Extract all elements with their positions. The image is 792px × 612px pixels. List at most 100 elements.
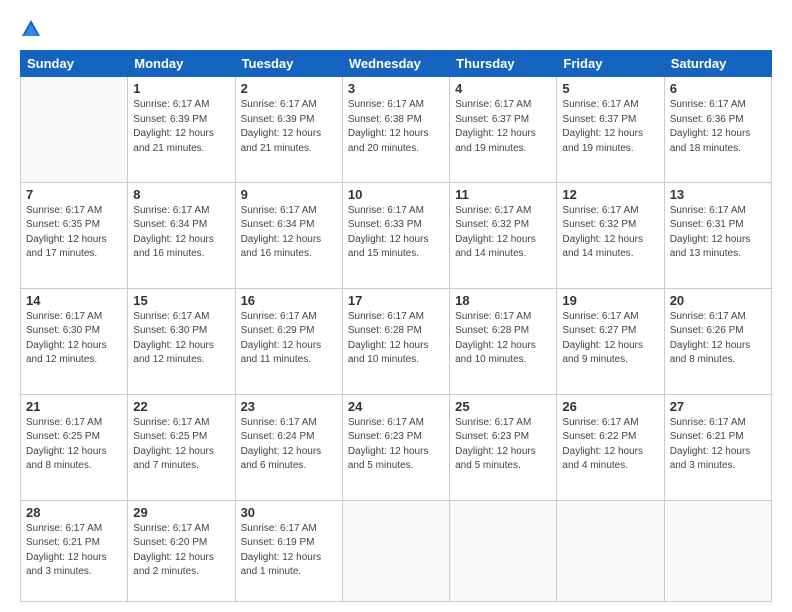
weekday-header-cell: Saturday <box>664 51 771 77</box>
week-row: 28 Sunrise: 6:17 AM Sunset: 6:21 PM Dayli… <box>21 500 772 601</box>
day-info: Sunrise: 6:17 AM Sunset: 6:32 PM Dayligh… <box>562 204 658 262</box>
calendar-cell: 24Sunrise: 6:17 AM Sunset: 6:23 PM Dayli… <box>342 394 449 500</box>
calendar-cell: 27 Sunrise: 6:17 AM Sunset: 6:21 PM Dayli… <box>664 394 771 500</box>
day-info: Sunrise: 6:17 AM Sunset: 6:39 PM Dayligh… <box>133 98 229 156</box>
calendar-cell: 18 Sunrise: 6:17 AM Sunset: 6:28 PM Dayli… <box>450 288 557 394</box>
calendar-cell: 17 Sunrise: 6:17 AM Sunset: 6:28 PM Dayli… <box>342 288 449 394</box>
weekday-header-cell: Sunday <box>21 51 128 77</box>
day-info: Sunrise: 6:17 AM Sunset: 6:26 PM Dayligh… <box>670 310 766 368</box>
day-number: 19 <box>562 293 658 308</box>
calendar-cell <box>664 500 771 601</box>
calendar-cell: 12 Sunrise: 6:17 AM Sunset: 6:32 PM Dayli… <box>557 182 664 288</box>
calendar-cell: 19 Sunrise: 6:17 AM Sunset: 6:27 PM Dayli… <box>557 288 664 394</box>
day-info: Sunrise: 6:17 AM Sunset: 6:39 PM Dayligh… <box>241 98 337 156</box>
calendar-cell: 23 Sunrise: 6:17 AM Sunset: 6:24 PM Dayli… <box>235 394 342 500</box>
day-number: 17 <box>348 293 444 308</box>
day-info: Sunrise: 6:17 AM Sunset: 6:24 PM Dayligh… <box>241 416 337 474</box>
day-info: Sunrise: 6:17 AM Sunset: 6:30 PM Dayligh… <box>133 310 229 368</box>
calendar-cell: 6Sunrise: 6:17 AM Sunset: 6:36 PM Daylig… <box>664 77 771 183</box>
day-info: Sunrise: 6:17 AM Sunset: 6:20 PM Dayligh… <box>133 522 229 580</box>
day-number: 6 <box>670 81 766 96</box>
day-number: 4 <box>455 81 551 96</box>
day-number: 14 <box>26 293 122 308</box>
calendar-cell: 10 Sunrise: 6:17 AM Sunset: 6:33 PM Dayli… <box>342 182 449 288</box>
day-info: Sunrise: 6:17 AM Sunset: 6:21 PM Dayligh… <box>670 416 766 474</box>
calendar-cell <box>21 77 128 183</box>
day-info: Sunrise: 6:17 AM Sunset: 6:35 PM Dayligh… <box>26 204 122 262</box>
logo-icon <box>20 18 42 40</box>
calendar-cell: 25 Sunrise: 6:17 AM Sunset: 6:23 PM Dayli… <box>450 394 557 500</box>
weekday-header-cell: Thursday <box>450 51 557 77</box>
day-number: 28 <box>26 505 122 520</box>
day-number: 27 <box>670 399 766 414</box>
calendar-cell: 13 Sunrise: 6:17 AM Sunset: 6:31 PM Dayli… <box>664 182 771 288</box>
day-info: Sunrise: 6:17 AM Sunset: 6:19 PM Dayligh… <box>241 522 337 580</box>
day-info: Sunrise: 6:17 AM Sunset: 6:25 PM Dayligh… <box>26 416 122 474</box>
calendar-cell: 29 Sunrise: 6:17 AM Sunset: 6:20 PM Dayli… <box>128 500 235 601</box>
day-info: Sunrise: 6:17 AM Sunset: 6:21 PM Dayligh… <box>26 522 122 580</box>
calendar-cell: 28 Sunrise: 6:17 AM Sunset: 6:21 PM Dayli… <box>21 500 128 601</box>
header <box>20 18 772 40</box>
calendar-cell: 1 Sunrise: 6:17 AM Sunset: 6:39 PM Daylig… <box>128 77 235 183</box>
week-row: 7 Sunrise: 6:17 AM Sunset: 6:35 PM Daylig… <box>21 182 772 288</box>
day-number: 25 <box>455 399 551 414</box>
weekday-header-cell: Tuesday <box>235 51 342 77</box>
day-number: 5 <box>562 81 658 96</box>
day-number: 1 <box>133 81 229 96</box>
day-number: 22 <box>133 399 229 414</box>
calendar-cell: 3Sunrise: 6:17 AM Sunset: 6:38 PM Daylig… <box>342 77 449 183</box>
week-row: 14 Sunrise: 6:17 AM Sunset: 6:30 PM Dayli… <box>21 288 772 394</box>
day-info: Sunrise: 6:17 AM Sunset: 6:37 PM Dayligh… <box>455 98 551 156</box>
day-info: Sunrise: 6:17 AM Sunset: 6:34 PM Dayligh… <box>241 204 337 262</box>
day-number: 29 <box>133 505 229 520</box>
day-number: 20 <box>670 293 766 308</box>
day-number: 9 <box>241 187 337 202</box>
calendar-cell: 22 Sunrise: 6:17 AM Sunset: 6:25 PM Dayli… <box>128 394 235 500</box>
weekday-header-row: SundayMondayTuesdayWednesdayThursdayFrid… <box>21 51 772 77</box>
calendar-table: SundayMondayTuesdayWednesdayThursdayFrid… <box>20 50 772 602</box>
day-info: Sunrise: 6:17 AM Sunset: 6:33 PM Dayligh… <box>348 204 444 262</box>
day-number: 3 <box>348 81 444 96</box>
day-info: Sunrise: 6:17 AM Sunset: 6:25 PM Dayligh… <box>133 416 229 474</box>
day-number: 10 <box>348 187 444 202</box>
week-row: 1 Sunrise: 6:17 AM Sunset: 6:39 PM Daylig… <box>21 77 772 183</box>
day-number: 23 <box>241 399 337 414</box>
day-number: 21 <box>26 399 122 414</box>
day-info: Sunrise: 6:17 AM Sunset: 6:23 PM Dayligh… <box>348 416 444 474</box>
day-info: Sunrise: 6:17 AM Sunset: 6:23 PM Dayligh… <box>455 416 551 474</box>
day-number: 30 <box>241 505 337 520</box>
calendar-cell <box>342 500 449 601</box>
day-number: 12 <box>562 187 658 202</box>
day-number: 13 <box>670 187 766 202</box>
calendar-cell: 8Sunrise: 6:17 AM Sunset: 6:34 PM Daylig… <box>128 182 235 288</box>
calendar-cell: 15 Sunrise: 6:17 AM Sunset: 6:30 PM Dayli… <box>128 288 235 394</box>
day-number: 11 <box>455 187 551 202</box>
calendar-cell: 20 Sunrise: 6:17 AM Sunset: 6:26 PM Dayli… <box>664 288 771 394</box>
calendar-cell: 16Sunrise: 6:17 AM Sunset: 6:29 PM Dayli… <box>235 288 342 394</box>
weekday-header-cell: Friday <box>557 51 664 77</box>
calendar-cell: 5Sunrise: 6:17 AM Sunset: 6:37 PM Daylig… <box>557 77 664 183</box>
calendar-cell: 9 Sunrise: 6:17 AM Sunset: 6:34 PM Daylig… <box>235 182 342 288</box>
day-number: 18 <box>455 293 551 308</box>
calendar-cell: 30 Sunrise: 6:17 AM Sunset: 6:19 PM Dayli… <box>235 500 342 601</box>
calendar-cell: 2Sunrise: 6:17 AM Sunset: 6:39 PM Daylig… <box>235 77 342 183</box>
day-info: Sunrise: 6:17 AM Sunset: 6:32 PM Dayligh… <box>455 204 551 262</box>
day-number: 16 <box>241 293 337 308</box>
day-info: Sunrise: 6:17 AM Sunset: 6:28 PM Dayligh… <box>348 310 444 368</box>
day-number: 15 <box>133 293 229 308</box>
day-info: Sunrise: 6:17 AM Sunset: 6:27 PM Dayligh… <box>562 310 658 368</box>
calendar-cell: 7 Sunrise: 6:17 AM Sunset: 6:35 PM Daylig… <box>21 182 128 288</box>
weekday-header-cell: Monday <box>128 51 235 77</box>
calendar-cell: 21 Sunrise: 6:17 AM Sunset: 6:25 PM Dayli… <box>21 394 128 500</box>
day-info: Sunrise: 6:17 AM Sunset: 6:28 PM Dayligh… <box>455 310 551 368</box>
day-number: 7 <box>26 187 122 202</box>
day-info: Sunrise: 6:17 AM Sunset: 6:30 PM Dayligh… <box>26 310 122 368</box>
day-number: 26 <box>562 399 658 414</box>
calendar-cell: 4 Sunrise: 6:17 AM Sunset: 6:37 PM Daylig… <box>450 77 557 183</box>
calendar-body: 1 Sunrise: 6:17 AM Sunset: 6:39 PM Daylig… <box>21 77 772 602</box>
page: SundayMondayTuesdayWednesdayThursdayFrid… <box>0 0 792 612</box>
weekday-header-cell: Wednesday <box>342 51 449 77</box>
calendar-cell: 11 Sunrise: 6:17 AM Sunset: 6:32 PM Dayli… <box>450 182 557 288</box>
day-number: 8 <box>133 187 229 202</box>
day-info: Sunrise: 6:17 AM Sunset: 6:31 PM Dayligh… <box>670 204 766 262</box>
